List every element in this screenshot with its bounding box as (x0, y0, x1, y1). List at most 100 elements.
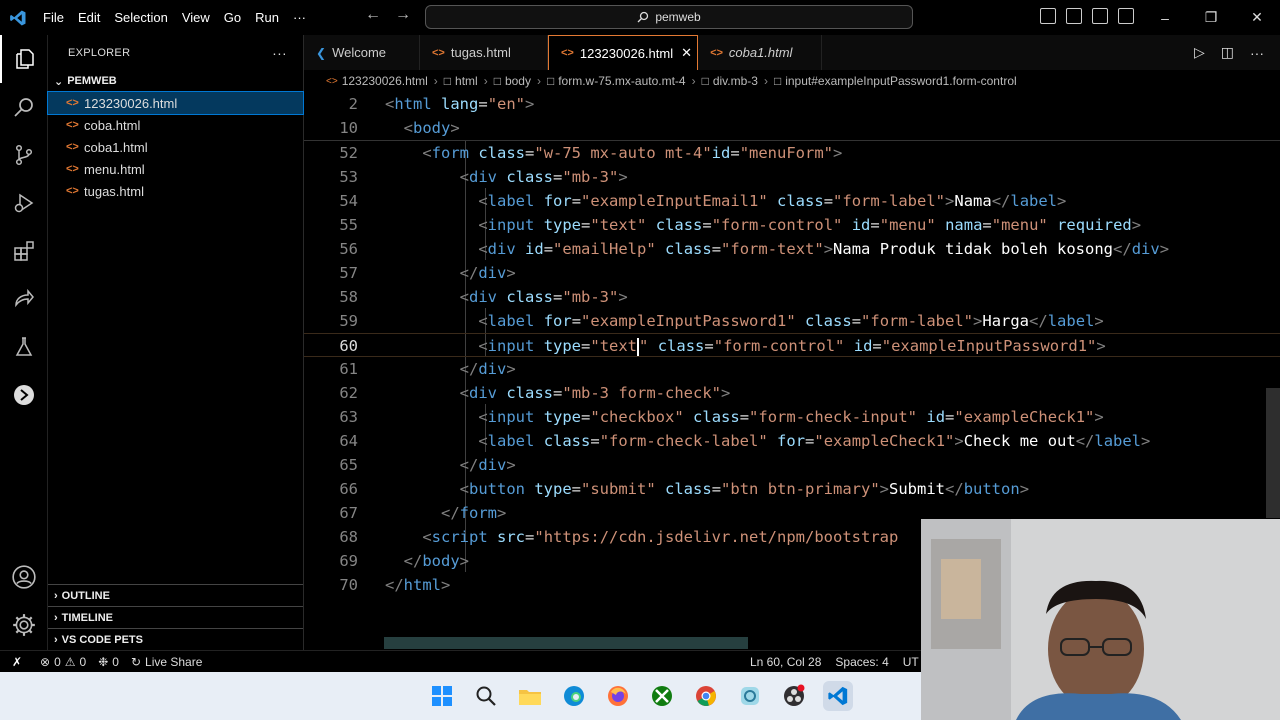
account-icon[interactable] (0, 553, 48, 601)
file-item-coba1[interactable]: <> coba1.html (48, 136, 303, 158)
file-item-coba[interactable]: <> coba.html (48, 114, 303, 136)
breadcrumb-item[interactable]: body (505, 74, 531, 88)
firefox-icon[interactable] (603, 681, 633, 711)
element-icon: □ (493, 74, 501, 88)
toggle-panel-icon[interactable] (1066, 8, 1082, 24)
tab-label: coba1.html (728, 45, 793, 60)
explorer-icon[interactable] (0, 35, 48, 83)
minimize-icon[interactable]: – (1142, 0, 1188, 35)
code-line-current: 60 <input type="text " class="form-contro… (304, 333, 1280, 357)
chevron-right-icon: › (54, 589, 58, 602)
code-line: 62 <div class="mb-3 form-check"> (339, 384, 731, 402)
vscode-logo-icon (0, 0, 36, 35)
run-icon[interactable]: ▷ (1194, 44, 1205, 61)
workspace-root-label: PEMWEB (67, 75, 117, 87)
live-share-icon: ↻ (130, 654, 142, 669)
command-center-search[interactable]: pemweb (425, 5, 913, 29)
menu-selection[interactable]: Selection (107, 0, 174, 35)
html-file-icon: <> (66, 163, 79, 175)
close-tab-icon[interactable]: ✕ (681, 45, 692, 61)
code-line: 54 <label for="exampleInputEmail1" class… (339, 192, 1067, 210)
vscode-taskbar-icon[interactable] (823, 681, 853, 711)
search-label: pemweb (655, 10, 701, 24)
toggle-secondary-sidebar-icon[interactable] (1092, 8, 1108, 24)
customize-layout-icon[interactable] (1118, 8, 1134, 24)
breadcrumb-item[interactable]: input#exampleInputPassword1.form-control (785, 74, 1016, 88)
file-label: coba.html (84, 117, 141, 133)
tab-tugas[interactable]: <> tugas.html (420, 35, 548, 70)
code-line: 57 </div> (339, 264, 516, 282)
explorer-more-icon[interactable]: ··· (272, 45, 287, 61)
extensions-icon[interactable] (0, 227, 48, 275)
menu-edit[interactable]: Edit (71, 0, 107, 35)
toggle-sidebar-icon[interactable] (1040, 8, 1056, 24)
close-window-icon[interactable]: ✕ (1234, 0, 1280, 35)
file-item-tugas[interactable]: <> tugas.html (48, 180, 303, 202)
search-icon[interactable] (0, 83, 48, 131)
run-debug-icon[interactable] (0, 179, 48, 227)
file-item-123230026[interactable]: <> 123230026.html (47, 91, 304, 115)
problems-indicator[interactable]: ⊗ 0 ⚠ 0 (34, 655, 92, 669)
vertical-scrollbar[interactable] (1266, 388, 1280, 518)
split-editor-icon[interactable]: ◫ (1221, 44, 1234, 61)
html-file-icon: <> (66, 97, 79, 109)
settings-gear-icon[interactable] (0, 601, 48, 649)
outline-section[interactable]: › OUTLINE (48, 584, 303, 606)
obs-recorder-icon[interactable] (779, 681, 809, 711)
breadcrumb-item[interactable]: div.mb-3 (713, 74, 758, 88)
remote-indicator-icon[interactable]: ✗ (0, 651, 34, 673)
html-file-icon: <> (432, 46, 445, 59)
indentation[interactable]: Spaces: 4 (835, 655, 888, 669)
file-item-menu[interactable]: <> menu.html (48, 158, 303, 180)
breadcrumb-item[interactable]: form.w-75.mx-auto.mt-4 (558, 74, 685, 88)
element-icon: □ (443, 74, 452, 88)
code-line: 61 </div> (339, 360, 516, 378)
ports-indicator[interactable]: ❉ 0 (92, 655, 125, 669)
chrome-icon[interactable] (691, 681, 721, 711)
menu-bar: File Edit Selection View Go Run ··· (36, 0, 313, 35)
tab-label: 123230026.html (579, 45, 674, 61)
restore-icon[interactable]: ❐ (1188, 0, 1234, 35)
workspace-root[interactable]: ⌄ PEMWEB (48, 70, 303, 92)
file-explorer-icon[interactable] (515, 681, 545, 711)
antenna-icon: ❉ (98, 654, 109, 669)
tab-welcome[interactable]: ❮ Welcome (304, 35, 420, 70)
vscode-pets-section[interactable]: › VS CODE PETS (48, 628, 303, 650)
source-control-icon[interactable] (0, 131, 48, 179)
remote-explorer-icon[interactable] (0, 371, 48, 419)
xbox-icon[interactable] (647, 681, 677, 711)
edge-browser-icon[interactable] (559, 681, 589, 711)
element-icon: □ (546, 74, 555, 88)
copilot-icon[interactable] (735, 681, 765, 711)
file-label: coba1.html (84, 139, 148, 155)
more-actions-icon[interactable]: ··· (1250, 45, 1264, 61)
chevron-down-icon: ⌄ (54, 75, 64, 88)
breadcrumb: <> 123230026.html › □ html › □ body › □ … (304, 70, 1280, 92)
encoding[interactable]: UT (903, 655, 919, 669)
menu-view[interactable]: View (175, 0, 217, 35)
windows-start-icon[interactable] (427, 681, 457, 711)
search-icon (637, 11, 649, 23)
code-line: 58 <div class="mb-3"> (339, 288, 628, 306)
menu-file[interactable]: File (36, 0, 71, 35)
tab-123230026[interactable]: <> 123230026.html ✕ (548, 35, 698, 70)
menu-more[interactable]: ··· (286, 0, 313, 35)
horizontal-scrollbar[interactable] (384, 637, 748, 649)
live-share-status[interactable]: ↻ Live Share (125, 655, 208, 669)
code-line: 63 <input type="checkbox" class="form-ch… (339, 408, 1104, 426)
breadcrumb-item[interactable]: html (455, 74, 478, 88)
file-label: tugas.html (84, 183, 144, 199)
live-share-icon[interactable] (0, 275, 48, 323)
tab-coba1[interactable]: <> coba1.html (698, 35, 822, 70)
menu-go[interactable]: Go (217, 0, 248, 35)
forward-arrow-icon[interactable]: → (395, 6, 411, 24)
timeline-section[interactable]: › TIMELINE (48, 606, 303, 628)
back-arrow-icon[interactable]: ← (365, 6, 381, 24)
webcam-overlay (921, 519, 1280, 720)
cursor-position[interactable]: Ln 60, Col 28 (750, 655, 821, 669)
menu-run[interactable]: Run (248, 0, 286, 35)
code-line: 65 </div> (339, 456, 516, 474)
breadcrumb-item[interactable]: 123230026.html (342, 74, 428, 88)
search-icon[interactable] (471, 681, 501, 711)
testing-icon[interactable] (0, 323, 48, 371)
